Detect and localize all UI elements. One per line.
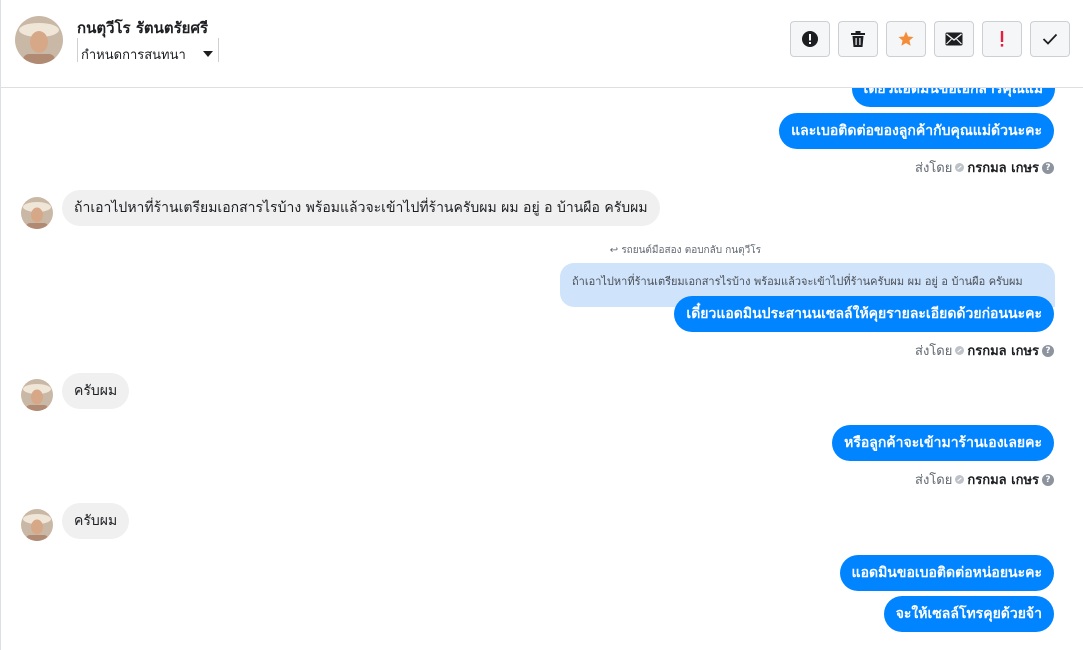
message-text: เดี๋ยวแอดมินประสานนเซลล์ให้คุยรายละเอียด… [686,306,1042,322]
assign-label: กำหนดการสนทนา [81,48,186,62]
chevron-down-icon [203,51,213,57]
message-text: ครับผม [74,513,118,529]
sender-name: กรกมล เกษร [967,473,1039,488]
help-icon[interactable]: ? [1042,473,1054,486]
reply-context-text: รถยนต์มือสอง ตอบกลับ กนตุวีโร [621,245,761,256]
sent-by-prefix: ส่งโดย [915,473,953,488]
conversation-toolbar [790,21,1070,57]
sender-name: กรกมล เกษร [967,161,1039,176]
incoming-message[interactable]: ถ้าเอาไปหาที่ร้านเตรียมเอกสารไรบ้าง พร้อ… [62,190,660,226]
sent-by-prefix: ส่งโดย [915,161,953,176]
help-icon[interactable]: ? [1042,161,1054,174]
message-text: จะให้เซลล์โทรคุยด้วยจ้า [895,606,1042,622]
message-text: เดี๋ยวแอดมินขอเอกสารคุณแม่ [863,88,1043,97]
delete-button[interactable] [838,21,878,57]
outgoing-message[interactable]: เดี๋ยวแอดมินประสานนเซลล์ให้คุยรายละเอียด… [674,296,1054,332]
message-text: ถ้าเอาไปหาที่ร้านเตรียมเอกสารไรบ้าง พร้อ… [74,200,648,216]
message-text: แอดมินขอเบอติดต่อหน่อยนะคะ [851,565,1042,581]
exclamation-icon [1000,31,1004,47]
check-icon [1042,33,1058,45]
reply-context: ↩ รถยนต์มือสอง ตอบกลับ กนตุวีโร [610,243,761,258]
report-spam-button[interactable] [790,21,830,57]
star-icon [898,31,914,46]
help-icon[interactable]: ? [1042,344,1054,357]
sender-avatar[interactable] [21,509,53,541]
mark-unread-button[interactable] [934,21,974,57]
sender-avatar[interactable] [21,197,53,229]
alert-circle-icon [802,31,818,47]
trash-icon [851,31,865,47]
outgoing-message[interactable]: หรือลูกค้าจะเข้ามาร้านเองเลยคะ [832,425,1054,461]
sent-by-label: ส่งโดย กรกมล เกษร ? [915,340,1054,361]
star-button[interactable] [886,21,926,57]
mark-done-button[interactable] [1030,21,1070,57]
outgoing-message[interactable]: แอดมินขอเบอติดต่อหน่อยนะคะ [839,555,1054,591]
message-text: และเบอติดต่อของลูกค้ากับคุณแม่ด้วนะคะ [791,123,1042,139]
outgoing-message[interactable]: จะให้เซลล์โทรคุยด้วยจ้า [883,596,1054,632]
conversation-header: กนตุวีโร รัตนตรัยศรี กำหนดการสนทนา [1,0,1083,88]
contact-name[interactable]: กนตุวีโร รัตนตรัยศรี [77,16,208,40]
message-text: หรือลูกค้าจะเข้ามาร้านเองเลยคะ [844,435,1042,451]
sender-avatar[interactable] [21,379,53,411]
chat-window: กนตุวีโร รัตนตรัยศรี กำหนดการสนทนา เดี๋ย… [0,0,1083,650]
sender-name: กรกมล เกษร [967,344,1039,359]
reply-arrow-icon: ↩ [609,245,619,256]
verified-icon [955,346,965,355]
quoted-text: ถ้าเอาไปหาที่ร้านเตรียมเอกสารไรบ้าง พร้อ… [572,275,1023,288]
sent-by-label: ส่งโดย กรกมล เกษร ? [915,469,1054,490]
verified-icon [955,163,965,172]
contact-avatar[interactable] [15,16,63,64]
sent-by-prefix: ส่งโดย [915,344,953,359]
outgoing-message[interactable]: และเบอติดต่อของลูกค้ากับคุณแม่ด้วนะคะ [779,113,1054,149]
outgoing-message[interactable]: เดี๋ยวแอดมินขอเอกสารคุณแม่ [851,88,1055,107]
message-list-top-clip: เดี๋ยวแอดมินขอเอกสารคุณแม่ [1,88,1083,108]
follow-up-button[interactable] [982,21,1022,57]
verified-icon [955,475,965,484]
message-text: ครับผม [74,383,118,399]
envelope-icon [945,32,963,46]
incoming-message[interactable]: ครับผม [62,503,130,539]
incoming-message[interactable]: ครับผม [62,373,130,409]
sent-by-label: ส่งโดย กรกมล เกษร ? [915,157,1054,178]
assign-conversation-dropdown[interactable]: กำหนดการสนทนา [77,38,219,62]
